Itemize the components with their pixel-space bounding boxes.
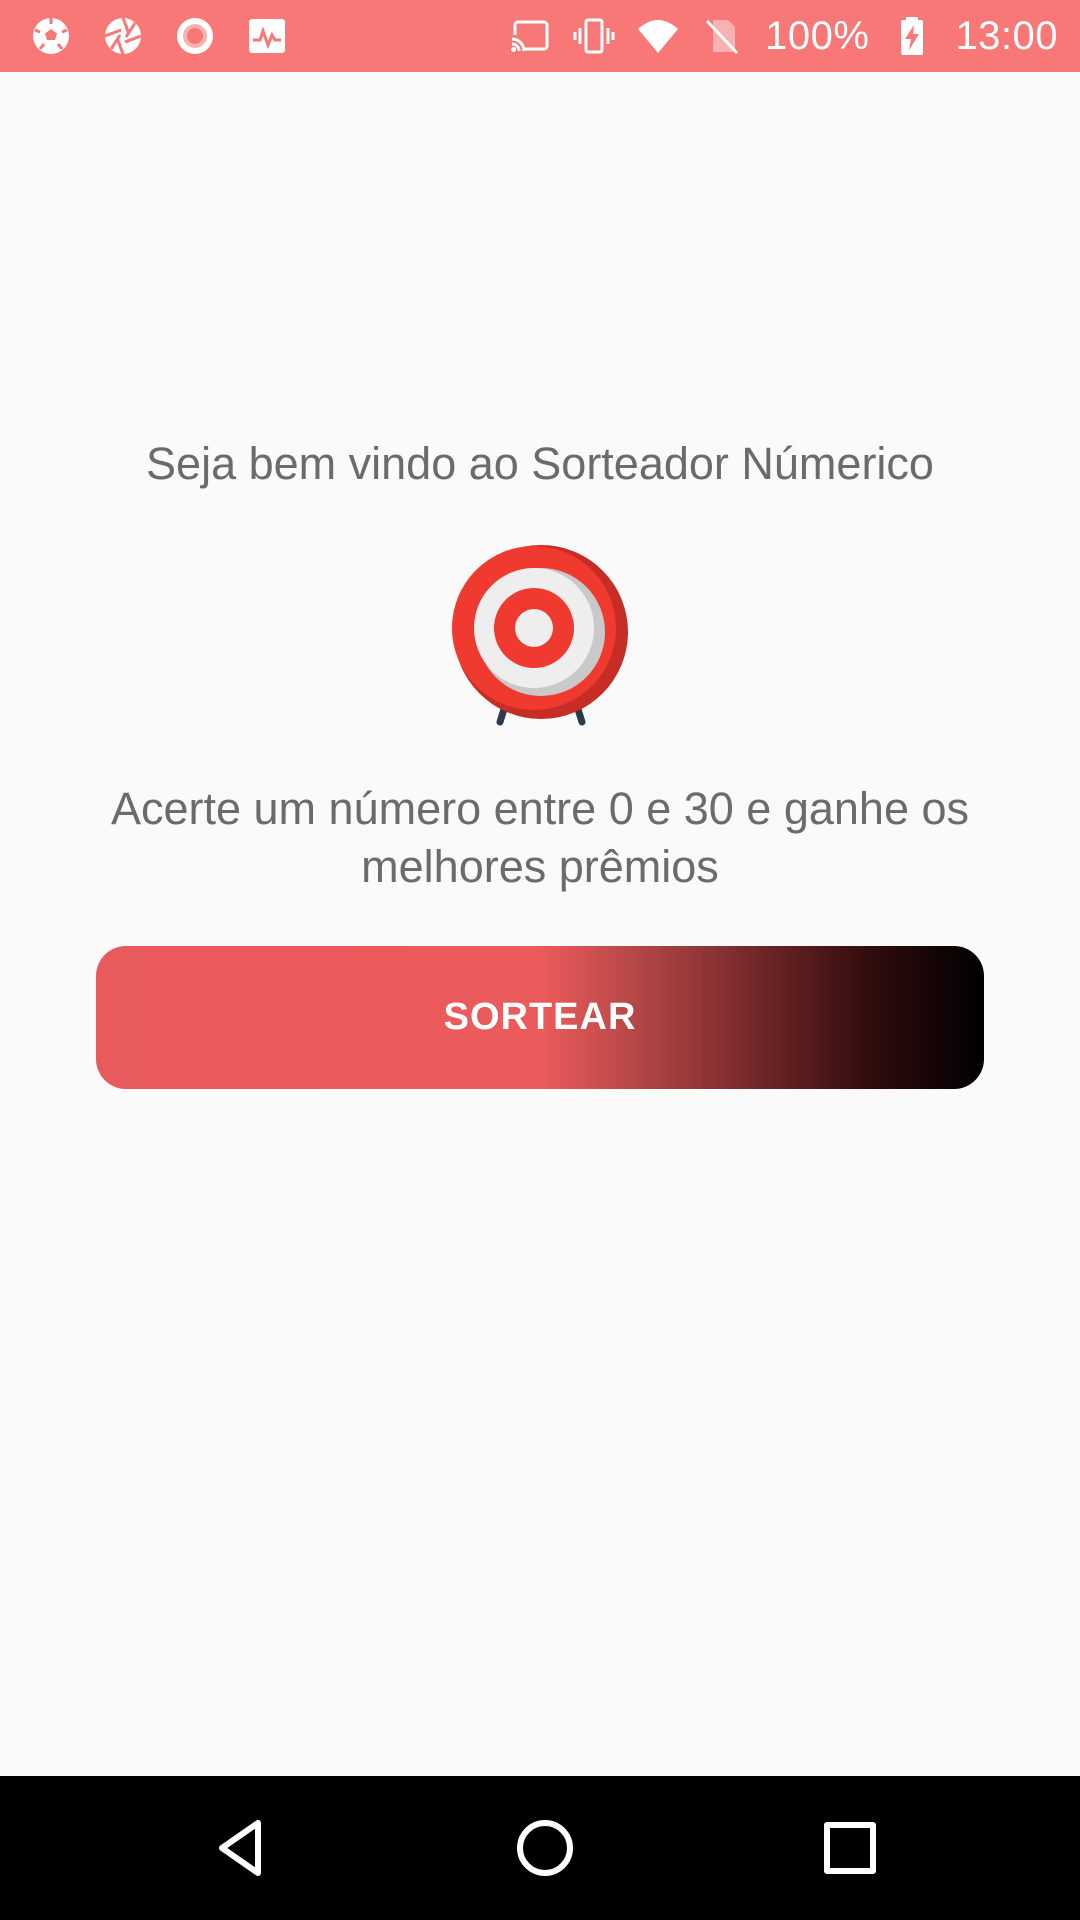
home-icon[interactable]	[495, 1798, 595, 1898]
soccer-ball-icon	[30, 15, 72, 57]
clock: 13:00	[955, 13, 1058, 58]
record-icon	[174, 15, 216, 57]
instructions-text: Acerte um número entre 0 e 30 e ganhe os…	[110, 783, 970, 892]
camera-aperture-icon	[102, 15, 144, 57]
back-icon[interactable]	[193, 1798, 293, 1898]
welcome-title: Seja bem vindo ao Sorteador Númerico	[146, 438, 934, 489]
status-bar-notifications	[30, 0, 288, 72]
vibrate-icon	[573, 15, 615, 57]
no-sim-icon	[701, 15, 743, 57]
target-icon	[446, 540, 636, 730]
activity-monitor-icon	[246, 15, 288, 57]
battery-percentage: 100%	[765, 13, 870, 58]
wifi-icon	[637, 15, 679, 57]
navigation-bar	[0, 1776, 1080, 1920]
status-bar: 100% 13:00	[0, 0, 1080, 72]
recents-icon[interactable]	[800, 1798, 900, 1898]
battery-charging-icon	[891, 15, 933, 57]
cast-icon	[509, 15, 551, 57]
app-screen: 100% 13:00 Seja bem vindo ao Sorteador N…	[0, 0, 1080, 1920]
sortear-button[interactable]: SORTEAR	[96, 946, 984, 1089]
status-bar-system: 100% 13:00	[509, 0, 1058, 72]
